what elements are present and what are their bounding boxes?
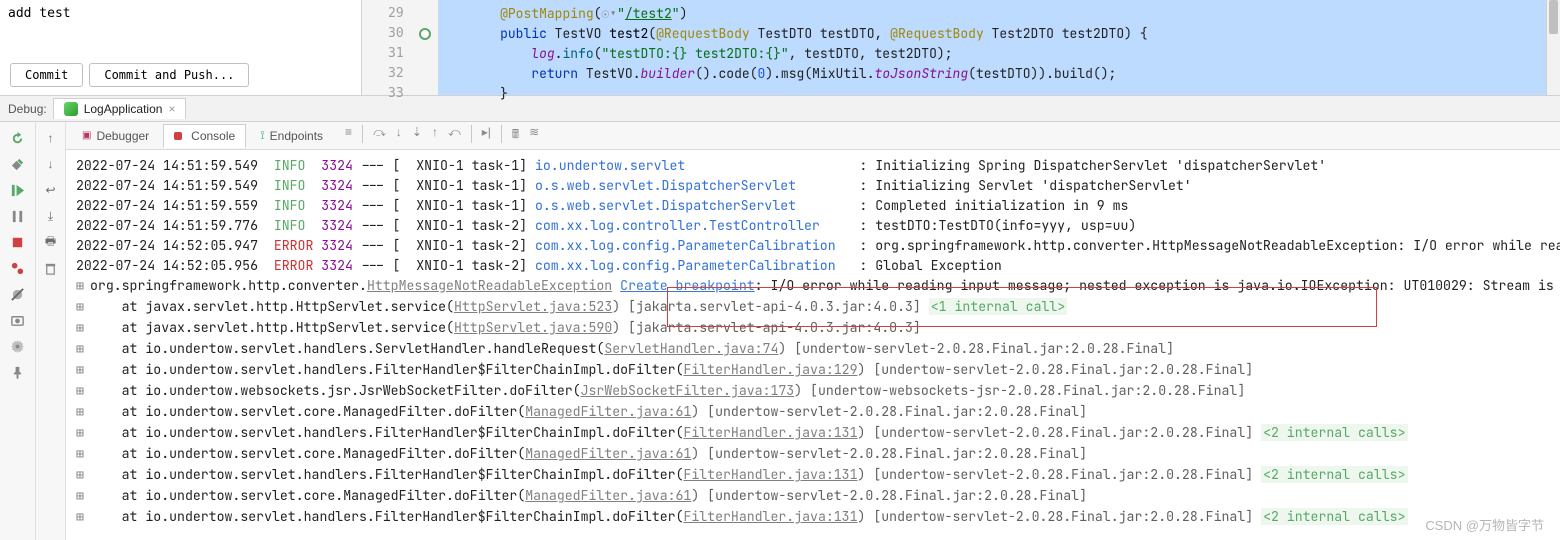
debug-side-actions bbox=[0, 122, 36, 540]
mute-breakpoints-icon[interactable] bbox=[8, 284, 28, 304]
watermark: CSDN @万物皆字节 bbox=[1425, 515, 1544, 534]
pause-icon[interactable] bbox=[8, 206, 28, 226]
tab-endpoints[interactable]: ⟟Endpoints bbox=[250, 124, 333, 147]
commit-and-push-button[interactable]: Commit and Push... bbox=[89, 63, 249, 87]
clear-icon[interactable] bbox=[41, 258, 61, 278]
soft-wrap-icon[interactable]: ↩ bbox=[41, 180, 61, 200]
run-config-label: LogApplication bbox=[84, 102, 163, 116]
scroll-end-icon[interactable]: ⤓ bbox=[41, 206, 61, 226]
threads-icon[interactable]: ≡ bbox=[345, 125, 352, 146]
debug-tabs: ▣Debugger Console ⟟Endpoints ≡ ⤼ ↓ ⇣ ↑ ⤺… bbox=[66, 122, 1560, 150]
code-editor[interactable]: 2930313233 @PostMapping(☉▾"/test2") publ… bbox=[362, 0, 1560, 95]
step-over-icon[interactable]: ⤼ bbox=[373, 125, 386, 146]
stop-icon[interactable] bbox=[8, 232, 28, 252]
resume-icon[interactable] bbox=[8, 180, 28, 200]
tab-console[interactable]: Console bbox=[163, 124, 246, 148]
step-into-icon[interactable]: ↓ bbox=[396, 125, 402, 146]
commit-panel: Commit Commit and Push... bbox=[0, 0, 362, 95]
rerun-icon[interactable] bbox=[8, 128, 28, 148]
evaluate-icon[interactable]: 🖩 bbox=[512, 125, 519, 146]
view-breakpoints-icon[interactable] bbox=[8, 258, 28, 278]
force-step-into-icon[interactable]: ⇣ bbox=[412, 125, 422, 146]
settings-icon[interactable] bbox=[8, 336, 28, 356]
globe-icon: ☉▾ bbox=[601, 5, 617, 22]
run-gutter-icon[interactable] bbox=[419, 28, 431, 40]
print-icon[interactable]: 🖶 bbox=[41, 232, 61, 252]
up-stack-icon[interactable]: ↑ bbox=[41, 128, 61, 148]
down-stack-icon[interactable]: ↓ bbox=[41, 154, 61, 174]
console-side-actions: ↑ ↓ ↩ ⤓ 🖶 bbox=[36, 122, 66, 540]
editor-scrollbar[interactable] bbox=[1546, 0, 1560, 95]
line-numbers: 2930313233 bbox=[362, 0, 412, 95]
console-icon bbox=[174, 132, 182, 140]
commit-button[interactable]: Commit bbox=[10, 63, 83, 87]
screenshot-icon[interactable] bbox=[8, 310, 28, 330]
gutter-icons[interactable] bbox=[412, 0, 438, 95]
modify-run-icon[interactable] bbox=[8, 154, 28, 174]
url-path[interactable]: /test2 bbox=[625, 5, 672, 22]
annotation: @PostMapping bbox=[500, 5, 594, 22]
trace-icon[interactable]: ≋ bbox=[529, 125, 539, 146]
spring-run-icon bbox=[64, 102, 78, 116]
run-config-tab[interactable]: LogApplication × bbox=[53, 98, 187, 119]
pin-icon[interactable] bbox=[8, 362, 28, 382]
tab-debugger[interactable]: ▣Debugger bbox=[72, 125, 159, 147]
drop-frame-icon[interactable]: ⤺ bbox=[448, 125, 461, 146]
commit-message-input[interactable] bbox=[0, 0, 361, 55]
console-output[interactable]: 2022-07-24 14:51:59.549 INFO 3324 --- [ … bbox=[66, 150, 1560, 540]
debug-title: Debug: bbox=[8, 102, 47, 116]
step-out-icon[interactable]: ↑ bbox=[432, 125, 438, 146]
close-icon[interactable]: × bbox=[168, 102, 175, 116]
run-to-cursor-icon[interactable]: ▸| bbox=[482, 125, 491, 146]
